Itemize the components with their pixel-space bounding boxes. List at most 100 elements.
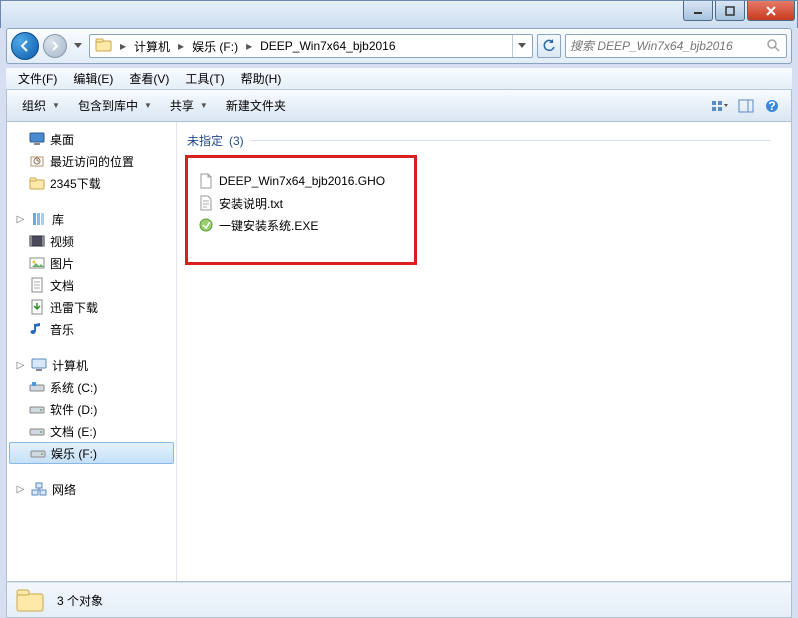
sidebar-item-label: 视频	[50, 233, 74, 250]
desktop-icon	[29, 131, 45, 147]
search-input[interactable]	[570, 39, 766, 53]
collapse-icon[interactable]: ▷	[15, 360, 26, 371]
drive-icon	[29, 379, 45, 395]
sidebar-item-desktop[interactable]: 桌面	[7, 128, 176, 150]
drive-icon	[29, 423, 45, 439]
history-dropdown[interactable]	[71, 43, 85, 49]
sidebar-item-drive-e[interactable]: 文档 (E:)	[7, 420, 176, 442]
refresh-button[interactable]	[537, 34, 561, 58]
document-icon	[29, 277, 45, 293]
sidebar-header-label: 计算机	[52, 357, 88, 374]
menu-tools[interactable]: 工具(T)	[177, 68, 232, 89]
menu-edit[interactable]: 编辑(E)	[65, 68, 121, 89]
search-box[interactable]	[565, 34, 787, 58]
navigation-pane: 桌面 最近访问的位置 2345下载 ▷ 库 视频 图	[7, 122, 177, 581]
svg-text:?: ?	[768, 99, 775, 113]
view-options-button[interactable]	[707, 95, 733, 117]
video-icon	[29, 233, 45, 249]
group-header[interactable]: 未指定 (3)	[187, 132, 791, 149]
sidebar-header-network[interactable]: ▷ 网络	[7, 478, 176, 500]
menu-bar: 文件(F) 编辑(E) 查看(V) 工具(T) 帮助(H)	[6, 68, 792, 90]
group-count: (3)	[229, 134, 244, 148]
group-label: 未指定	[187, 132, 223, 149]
minimize-button[interactable]	[683, 1, 713, 21]
breadcrumb-item[interactable]: 计算机	[130, 35, 174, 57]
sidebar-header-label: 库	[52, 211, 64, 228]
sidebar-quick-access: 桌面 最近访问的位置 2345下载	[7, 128, 176, 194]
recent-icon	[29, 153, 45, 169]
breadcrumb-arrow-icon[interactable]: ▸	[242, 39, 256, 53]
sidebar-item-label: 文档	[50, 277, 74, 294]
sidebar-libraries: ▷ 库 视频 图片 文档 迅雷下载 音乐	[7, 208, 176, 340]
file-name: DEEP_Win7x64_bjb2016.GHO	[219, 174, 385, 188]
sidebar-header-libraries[interactable]: ▷ 库	[7, 208, 176, 230]
sidebar-item-drive-d[interactable]: 软件 (D:)	[7, 398, 176, 420]
file-item[interactable]: 安装说明.txt	[196, 192, 404, 214]
file-name: 一键安装系统.EXE	[219, 217, 318, 234]
command-bar: 组织▼ 包含到库中▼ 共享▼ 新建文件夹 ?	[6, 90, 792, 122]
sidebar-item-xunlei[interactable]: 迅雷下载	[7, 296, 176, 318]
menu-file[interactable]: 文件(F)	[10, 68, 65, 89]
menu-view[interactable]: 查看(V)	[121, 68, 177, 89]
organize-button[interactable]: 组织▼	[13, 92, 69, 119]
file-item[interactable]: DEEP_Win7x64_bjb2016.GHO	[196, 170, 404, 192]
address-bar[interactable]: ▸ 计算机 ▸ 娱乐 (F:) ▸ DEEP_Win7x64_bjb2016	[89, 34, 533, 58]
breadcrumb-arrow-icon[interactable]: ▸	[174, 39, 188, 53]
sidebar-item-drive-f[interactable]: 娱乐 (F:)	[9, 442, 174, 464]
maximize-button[interactable]	[715, 1, 745, 21]
sidebar-item-videos[interactable]: 视频	[7, 230, 176, 252]
sidebar-item-label: 最近访问的位置	[50, 153, 134, 170]
sidebar-item-label: 娱乐 (F:)	[51, 445, 97, 462]
sidebar-item-label: 桌面	[50, 131, 74, 148]
sidebar-header-computer[interactable]: ▷ 计算机	[7, 354, 176, 376]
music-icon	[29, 321, 45, 337]
sidebar-item-documents[interactable]: 文档	[7, 274, 176, 296]
new-folder-button[interactable]: 新建文件夹	[217, 92, 295, 119]
preview-pane-button[interactable]	[733, 95, 759, 117]
window-titlebar	[0, 0, 798, 28]
breadcrumb-item[interactable]: DEEP_Win7x64_bjb2016	[256, 35, 399, 57]
sidebar-item-label: 软件 (D:)	[50, 401, 97, 418]
sidebar-item-label: 2345下载	[50, 175, 101, 192]
breadcrumb-item[interactable]: 娱乐 (F:)	[188, 35, 242, 57]
collapse-icon[interactable]: ▷	[15, 484, 26, 495]
include-in-library-button[interactable]: 包含到库中▼	[69, 92, 161, 119]
folder-icon	[15, 586, 47, 614]
help-button[interactable]: ?	[759, 95, 785, 117]
close-button[interactable]	[747, 1, 795, 21]
sidebar-item-music[interactable]: 音乐	[7, 318, 176, 340]
sidebar-item-label: 迅雷下载	[50, 299, 98, 316]
folder-icon	[29, 175, 45, 191]
share-button[interactable]: 共享▼	[161, 92, 217, 119]
sidebar-item-drive-c[interactable]: 系统 (C:)	[7, 376, 176, 398]
folder-icon	[95, 37, 113, 55]
back-button[interactable]	[11, 32, 39, 60]
menu-help[interactable]: 帮助(H)	[233, 68, 290, 89]
exe-icon	[198, 217, 214, 233]
file-item[interactable]: 一键安装系统.EXE	[196, 214, 404, 236]
sidebar-item-label: 系统 (C:)	[50, 379, 97, 396]
sidebar-network: ▷ 网络	[7, 478, 176, 500]
file-name: 安装说明.txt	[219, 195, 283, 212]
sidebar-item-pictures[interactable]: 图片	[7, 252, 176, 274]
search-icon	[766, 38, 782, 54]
library-icon	[31, 211, 47, 227]
txt-icon	[198, 195, 214, 211]
sidebar-computer: ▷ 计算机 系统 (C:) 软件 (D:) 文档 (E:) 娱乐 (F:)	[7, 354, 176, 464]
file-list-pane[interactable]: 未指定 (3) DEEP_Win7x64_bjb2016.GHO 安装说明.tx…	[177, 122, 791, 581]
sidebar-item-label: 文档 (E:)	[50, 423, 97, 440]
sidebar-item-label: 音乐	[50, 321, 74, 338]
sidebar-header-label: 网络	[52, 481, 76, 498]
download-icon	[29, 299, 45, 315]
picture-icon	[29, 255, 45, 271]
sidebar-item-recent[interactable]: 最近访问的位置	[7, 150, 176, 172]
forward-button[interactable]	[43, 34, 67, 58]
sidebar-item-downloads[interactable]: 2345下载	[7, 172, 176, 194]
highlighted-file-group: DEEP_Win7x64_bjb2016.GHO 安装说明.txt 一键安装系统…	[185, 155, 417, 265]
status-text: 3 个对象	[57, 592, 103, 609]
breadcrumb-arrow-icon[interactable]: ▸	[116, 39, 130, 53]
address-dropdown[interactable]	[512, 35, 530, 57]
drive-icon	[30, 445, 46, 461]
collapse-icon[interactable]: ▷	[15, 214, 26, 225]
status-bar: 3 个对象	[6, 582, 792, 618]
